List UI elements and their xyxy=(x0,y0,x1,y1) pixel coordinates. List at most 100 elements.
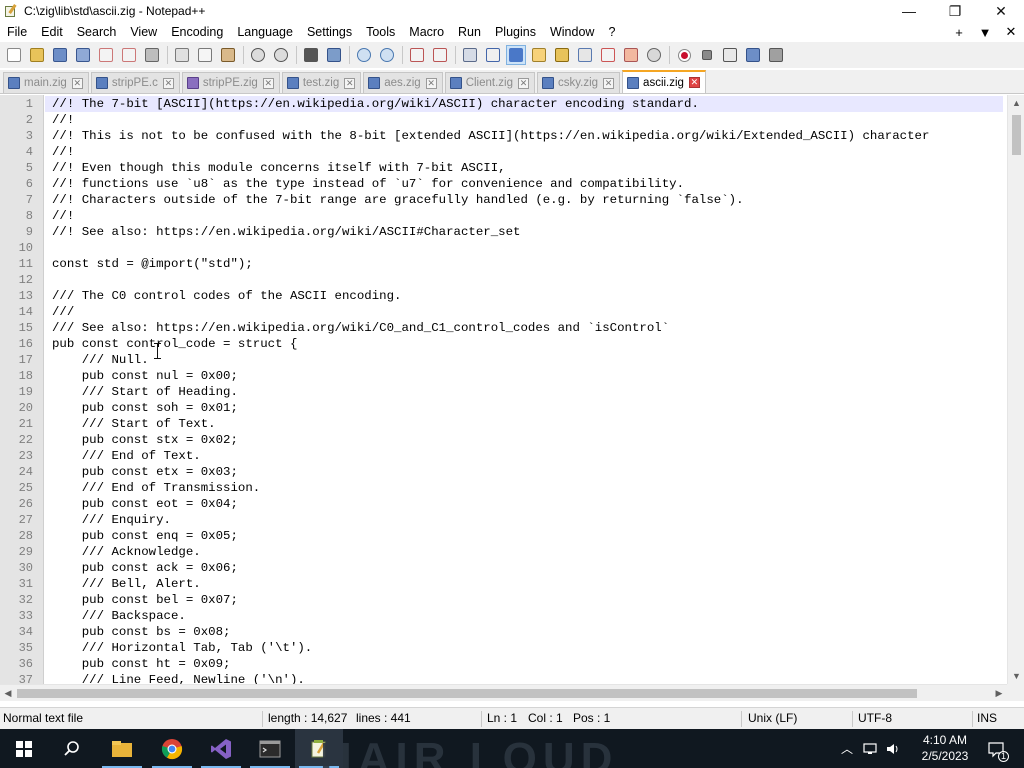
code-line[interactable]: //! xyxy=(52,208,74,224)
code-line[interactable]: /// Start of Text. xyxy=(52,416,216,432)
menu-window[interactable]: Window xyxy=(543,22,601,42)
menu-macro[interactable]: Macro xyxy=(402,22,451,42)
vertical-scroll-thumb[interactable] xyxy=(1012,115,1021,155)
start-button[interactable] xyxy=(0,729,48,768)
replace-icon[interactable] xyxy=(324,45,344,65)
maximize-button[interactable]: ❐ xyxy=(932,0,978,22)
sync-horizontal-scroll-icon[interactable] xyxy=(430,45,450,65)
record-macro-icon[interactable] xyxy=(674,45,694,65)
code-line[interactable]: /// xyxy=(52,304,74,320)
show-all-characters-icon[interactable] xyxy=(483,45,503,65)
close-tab-icon[interactable]: ✕ xyxy=(518,77,529,89)
code-line[interactable]: /// Enquiry. xyxy=(52,512,171,528)
close-tab-icon[interactable]: ✕ xyxy=(162,77,174,89)
taskbar-visual-studio[interactable] xyxy=(197,729,245,768)
code-line[interactable]: pub const control_code = struct { xyxy=(52,336,297,352)
word-wrap-icon[interactable] xyxy=(460,45,480,65)
vertical-scrollbar[interactable]: ▲ ▼ xyxy=(1007,95,1024,684)
menu-encoding[interactable]: Encoding xyxy=(164,22,230,42)
stop-recording-icon[interactable] xyxy=(697,45,717,65)
close-document-icon[interactable]: ✕ xyxy=(998,24,1024,40)
code-line[interactable]: /// Null. xyxy=(52,352,149,368)
code-line[interactable]: //! Characters outside of the 7-bit rang… xyxy=(52,192,744,208)
code-line[interactable]: //! This is not to be confused with the … xyxy=(52,128,929,144)
menu-language[interactable]: Language xyxy=(230,22,300,42)
scroll-right-icon[interactable]: ▶ xyxy=(991,685,1007,702)
notification-center-button[interactable]: 1 xyxy=(984,729,1009,768)
menu-tools[interactable]: Tools xyxy=(359,22,402,42)
code-line[interactable]: pub const etx = 0x03; xyxy=(52,464,238,480)
code-line[interactable]: //! functions use `u8` as the type inste… xyxy=(52,176,684,192)
new-tab-plus-icon[interactable]: + xyxy=(946,25,972,40)
status-eol[interactable]: Unix (LF) xyxy=(748,708,797,730)
code-line[interactable]: /// Acknowledge. xyxy=(52,544,201,560)
code-line[interactable]: /// The C0 control codes of the ASCII en… xyxy=(52,288,401,304)
tab-strippe-zig[interactable]: stripPE.zig ✕ xyxy=(181,72,280,93)
code-line[interactable]: //! xyxy=(52,144,74,160)
tab-ascii-zig[interactable]: ascii.zig ✕ xyxy=(622,70,706,93)
zoom-out-icon[interactable] xyxy=(377,45,397,65)
code-line[interactable]: /// End of Transmission. xyxy=(52,480,260,496)
undo-icon[interactable] xyxy=(248,45,268,65)
tab-strippe-c[interactable]: stripPE.c ✕ xyxy=(90,72,180,93)
taskbar-chrome[interactable] xyxy=(148,729,196,768)
redo-icon[interactable] xyxy=(271,45,291,65)
code-line[interactable]: pub const eot = 0x04; xyxy=(52,496,238,512)
horizontal-scrollbar[interactable]: ◀ ▶ xyxy=(0,684,1007,701)
code-line[interactable]: /// Horizontal Tab, Tab ('\t'). xyxy=(52,640,313,656)
zoom-in-icon[interactable] xyxy=(354,45,374,65)
close-tab-icon[interactable]: ✕ xyxy=(71,77,83,89)
close-tab-icon[interactable]: ✕ xyxy=(688,77,700,88)
close-tab-icon[interactable]: ✕ xyxy=(344,77,356,89)
sync-vertical-scroll-icon[interactable] xyxy=(407,45,427,65)
close-all-icon[interactable] xyxy=(119,45,139,65)
code-line[interactable]: /// End of Text. xyxy=(52,448,201,464)
tab-aes-zig[interactable]: aes.zig ✕ xyxy=(363,72,443,93)
code-line[interactable]: pub const bs = 0x08; xyxy=(52,624,231,640)
menu-settings[interactable]: Settings xyxy=(300,22,359,42)
tab-test-zig[interactable]: test.zig ✕ xyxy=(281,72,362,93)
taskbar-terminal[interactable] xyxy=(246,729,294,768)
paste-icon[interactable] xyxy=(218,45,238,65)
tab-list-dropdown-icon[interactable]: ▼ xyxy=(972,25,998,40)
code-line[interactable]: //! xyxy=(52,112,74,128)
menu-search[interactable]: Search xyxy=(70,22,124,42)
cut-icon[interactable] xyxy=(172,45,192,65)
code-line[interactable]: /// Backspace. xyxy=(52,608,186,624)
folder-as-workspace-icon[interactable] xyxy=(621,45,641,65)
menu-file[interactable]: File xyxy=(0,22,34,42)
code-line[interactable]: pub const ack = 0x06; xyxy=(52,560,238,576)
find-icon[interactable] xyxy=(301,45,321,65)
menu-edit[interactable]: Edit xyxy=(34,22,70,42)
playback-macro-icon[interactable] xyxy=(720,45,740,65)
code-line[interactable]: /// See also: https://en.wikipedia.org/w… xyxy=(52,320,669,336)
close-tab-icon[interactable]: ✕ xyxy=(603,77,615,89)
show-hidden-icons-chevron-icon[interactable]: ︿ xyxy=(838,729,856,768)
code-line[interactable]: pub const enq = 0x05; xyxy=(52,528,238,544)
print-icon[interactable] xyxy=(142,45,162,65)
taskbar-search-button[interactable] xyxy=(48,729,96,768)
horizontal-scroll-thumb[interactable] xyxy=(17,689,917,698)
code-line[interactable]: /// Start of Heading. xyxy=(52,384,238,400)
close-window-button[interactable]: ✕ xyxy=(978,0,1024,22)
line-number-gutter[interactable]: 1 2 3 4 5 6 7 8 9 10 11 12 13 14 15 16 17 18 19 20 21 22 23 24 2… xyxy=(0,95,44,685)
save-all-icon[interactable] xyxy=(73,45,93,65)
taskbar-notepadpp[interactable] xyxy=(295,729,343,768)
user-defined-language-icon[interactable] xyxy=(529,45,549,65)
code-text[interactable]: //! The 7-bit [ASCII](https://en.wikiped… xyxy=(52,95,1002,685)
document-list-icon[interactable] xyxy=(575,45,595,65)
code-line[interactable]: pub const soh = 0x01; xyxy=(52,400,238,416)
code-line[interactable]: //! The 7-bit [ASCII](https://en.wikiped… xyxy=(52,96,699,112)
tab-csky-zig[interactable]: csky.zig ✕ xyxy=(537,72,621,93)
monitoring-icon[interactable] xyxy=(644,45,664,65)
menu-plugins[interactable]: Plugins xyxy=(488,22,543,42)
copy-icon[interactable] xyxy=(195,45,215,65)
code-line[interactable]: const std = @import("std"); xyxy=(52,256,253,272)
minimize-button[interactable]: — xyxy=(886,0,932,22)
network-icon[interactable] xyxy=(860,729,880,768)
document-map-icon[interactable] xyxy=(552,45,572,65)
code-line[interactable]: pub const nul = 0x00; xyxy=(52,368,238,384)
menu-view[interactable]: View xyxy=(123,22,164,42)
close-tab-icon[interactable]: ✕ xyxy=(425,77,437,89)
code-line[interactable]: pub const stx = 0x02; xyxy=(52,432,238,448)
